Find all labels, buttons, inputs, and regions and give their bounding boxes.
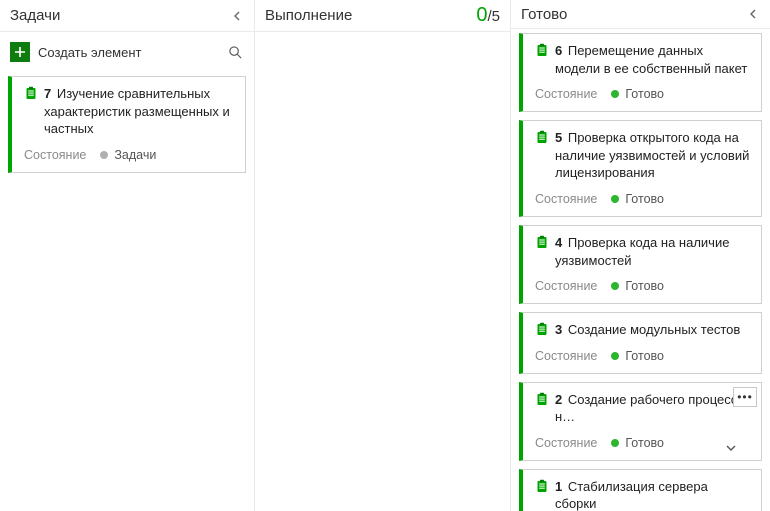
card-state-text: Готово	[625, 279, 664, 293]
state-dot-icon	[611, 195, 619, 203]
card-title: 3 Создание модульных тестов	[555, 321, 740, 339]
card-title: 5 Проверка открытого кода на наличие уяз…	[555, 129, 751, 182]
card-title-row: 6 Перемещение данных модели в ее собстве…	[535, 42, 751, 77]
card-title-text: Перемещение данных модели в ее собственн…	[555, 43, 747, 76]
card-title-text: Создание модульных тестов	[568, 322, 740, 337]
card-title-row: 5 Проверка открытого кода на наличие уяз…	[535, 129, 751, 182]
work-item-card[interactable]: 6 Перемещение данных модели в ее собстве…	[519, 33, 762, 112]
column-tasks-title: Задачи	[10, 7, 60, 24]
card-actions: •••	[733, 387, 757, 407]
card-title-row: 4 Проверка кода на наличие уязвимостей	[535, 234, 751, 269]
kanban-board: Задачи Создать элемент 7 Изучение сравни…	[0, 0, 770, 511]
column-doing-count: 0/5	[476, 4, 500, 27]
card-state-value: Готово	[611, 87, 664, 101]
card-title-text: Создание рабочего процесса н…	[555, 392, 745, 425]
task-clipboard-icon	[535, 479, 549, 493]
card-state-text: Готово	[625, 349, 664, 363]
card-state-label: Состояние	[535, 436, 597, 450]
tasks-toolbar: Создать элемент	[0, 32, 254, 72]
column-done: Готово 6 Перемещение данных модели в ее …	[511, 0, 770, 511]
task-clipboard-icon	[535, 392, 549, 406]
card-title-text: Проверка открытого кода на наличие уязви…	[555, 130, 749, 180]
column-doing-title: Выполнение	[265, 7, 352, 24]
card-id: 7	[44, 86, 51, 101]
column-tasks-header: Задачи	[0, 0, 254, 32]
card-title-text: Проверка кода на наличие уязвимостей	[555, 235, 729, 268]
card-title-row: 3 Создание модульных тестов	[535, 321, 751, 339]
work-item-card[interactable]: 2 Создание рабочего процесса н… Состояние…	[519, 382, 762, 461]
column-tasks: Задачи Создать элемент 7 Изучение сравни…	[0, 0, 255, 511]
card-state-value: Готово	[611, 349, 664, 363]
card-title: 1 Стабилизация сервера сборки	[555, 478, 751, 511]
card-state-row: Состояние Готово	[535, 87, 751, 101]
card-state-row: Состояние Готово	[535, 279, 751, 293]
column-doing: Выполнение 0/5	[255, 0, 511, 511]
card-state-row: Состояние Задачи	[24, 148, 235, 162]
card-state-row: Состояние Готово	[535, 192, 751, 206]
card-title: 6 Перемещение данных модели в ее собстве…	[555, 42, 751, 77]
card-title-text: Стабилизация сервера сборки	[555, 479, 708, 511]
card-title-row: 7 Изучение сравнительных характеристик р…	[24, 85, 235, 138]
new-item-input[interactable]: Создать элемент	[38, 45, 218, 60]
card-title-row: 1 Стабилизация сервера сборки	[535, 478, 751, 511]
task-clipboard-icon	[535, 235, 549, 249]
task-clipboard-icon	[535, 130, 549, 144]
add-item-button[interactable]	[10, 42, 30, 62]
work-item-card[interactable]: 5 Проверка открытого кода на наличие уяз…	[519, 120, 762, 217]
card-id: 6	[555, 43, 562, 58]
column-done-header: Готово	[511, 0, 770, 29]
card-state-value: Задачи	[100, 148, 156, 162]
card-expand-icon[interactable]	[721, 440, 741, 456]
card-id: 5	[555, 130, 562, 145]
card-state-value: Готово	[611, 279, 664, 293]
doing-count-current: 0	[476, 4, 487, 26]
doing-card-list[interactable]	[255, 32, 510, 44]
doing-count-total: /5	[487, 8, 500, 25]
card-state-label: Состояние	[535, 87, 597, 101]
state-dot-icon	[611, 282, 619, 290]
task-clipboard-icon	[535, 43, 549, 57]
state-dot-icon	[611, 90, 619, 98]
state-dot-icon	[100, 151, 108, 159]
collapse-tasks-icon[interactable]	[230, 9, 244, 23]
work-item-card[interactable]: 3 Создание модульных тестов Состояние Гото…	[519, 312, 762, 374]
card-state-label: Состояние	[535, 192, 597, 206]
card-state-text: Задачи	[114, 148, 156, 162]
tasks-card-list: 7 Изучение сравнительных характеристик р…	[0, 72, 254, 181]
work-item-card[interactable]: 4 Проверка кода на наличие уязвимостей Со…	[519, 225, 762, 304]
work-item-card[interactable]: 1 Стабилизация сервера сборкиСостояниеГо…	[519, 469, 762, 511]
card-id: 2	[555, 392, 562, 407]
card-state-label: Состояние	[535, 279, 597, 293]
card-title: 2 Создание рабочего процесса н…	[555, 391, 751, 426]
card-id: 4	[555, 235, 562, 250]
card-title-row: 2 Создание рабочего процесса н…	[535, 391, 751, 426]
card-state-row: Состояние Готово	[535, 436, 751, 450]
card-state-row: Состояние Готово	[535, 349, 751, 363]
work-item-card[interactable]: 7 Изучение сравнительных характеристик р…	[8, 76, 246, 173]
card-state-label: Состояние	[535, 349, 597, 363]
task-clipboard-icon	[535, 322, 549, 336]
card-state-text: Готово	[625, 192, 664, 206]
card-title: 4 Проверка кода на наличие уязвимостей	[555, 234, 751, 269]
column-doing-header: Выполнение 0/5	[255, 0, 510, 32]
search-icon[interactable]	[226, 43, 244, 61]
collapse-done-icon[interactable]	[746, 7, 760, 21]
card-state-text: Готово	[625, 87, 664, 101]
state-dot-icon	[611, 439, 619, 447]
card-id: 1	[555, 479, 562, 494]
state-dot-icon	[611, 352, 619, 360]
card-state-value: Готово	[611, 192, 664, 206]
card-state-text: Готово	[625, 436, 664, 450]
card-title: 7 Изучение сравнительных характеристик р…	[44, 85, 235, 138]
task-clipboard-icon	[24, 86, 38, 100]
card-state-value: Готово	[611, 436, 664, 450]
done-card-list: 6 Перемещение данных модели в ее собстве…	[511, 29, 770, 511]
card-id: 3	[555, 322, 562, 337]
column-done-title: Готово	[521, 6, 567, 23]
card-menu-button[interactable]: •••	[733, 387, 757, 407]
card-title-text: Изучение сравнительных характеристик раз…	[44, 86, 230, 136]
card-state-label: Состояние	[24, 148, 86, 162]
